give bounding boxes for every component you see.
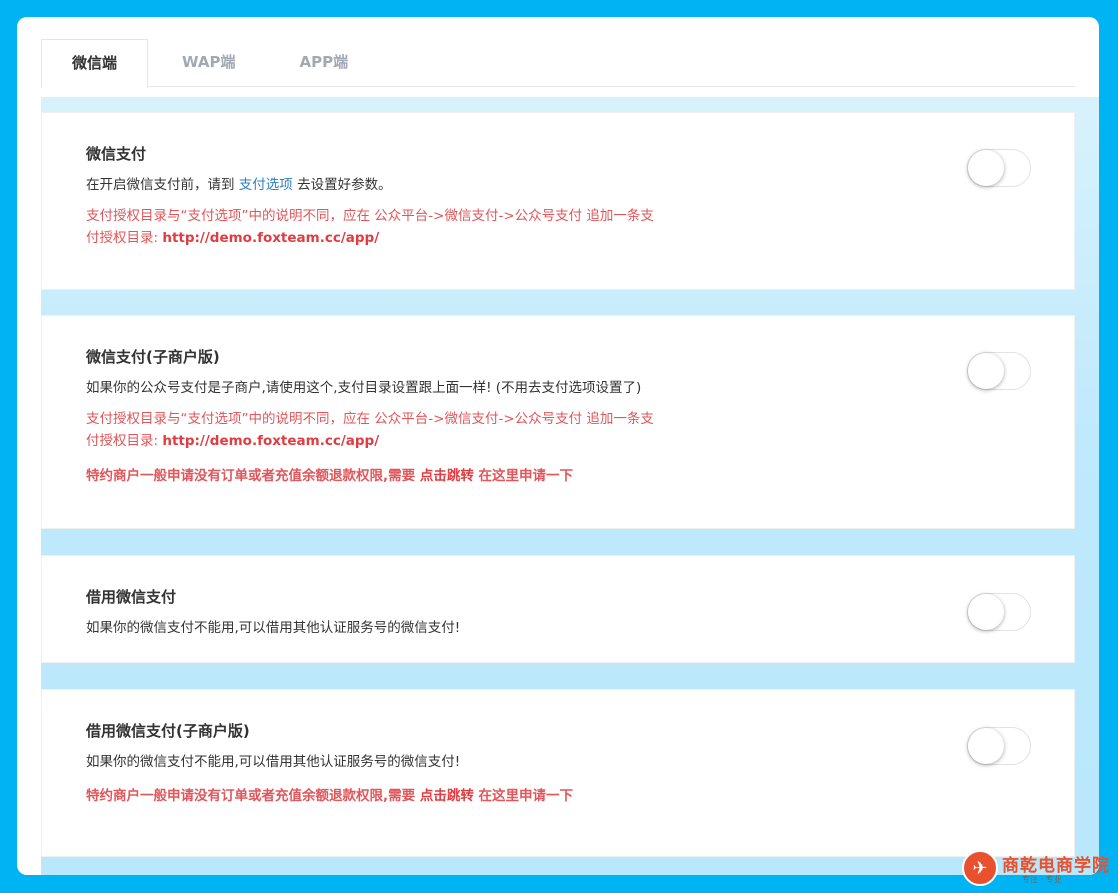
toggle-knob	[968, 150, 1004, 186]
special-suffix: 在这里申请一下	[473, 468, 574, 484]
special-merchant-note: 特约商户一般申请没有订单或者充值余额退款权限,需要 点击跳转 在这里申请一下	[86, 786, 806, 806]
tab-bar: 微信端 WAP端 APP端	[41, 39, 1075, 88]
toggle-knob	[968, 353, 1004, 389]
card-wechat-pay: 微信支付 在开启微信支付前，请到 支付选项 去设置好参数。 支付授权目录与“支付…	[41, 112, 1075, 290]
borrow-pay-sub-toggle[interactable]	[967, 727, 1031, 765]
auth-url: http://demo.foxteam.cc/app/	[162, 230, 380, 246]
card-description: 如果你的微信支付不能用,可以借用其他认证服务号的微信支付!	[86, 620, 461, 636]
tab-wap[interactable]: WAP端	[148, 39, 263, 87]
warning-text: 支付授权目录与“支付选项”中的说明不同，应在 公众平台->微信支付->公众号支付…	[86, 205, 806, 249]
toggle-knob	[968, 728, 1004, 764]
warning-text: 支付授权目录与“支付选项”中的说明不同，应在 公众平台->微信支付->公众号支付…	[86, 408, 806, 452]
borrow-pay-toggle[interactable]	[967, 593, 1031, 631]
wechat-pay-toggle[interactable]	[967, 149, 1031, 187]
jump-link[interactable]: 点击跳转	[420, 788, 474, 804]
desc-text: 在开启微信支付前，请到	[86, 177, 239, 193]
jump-link[interactable]: 点击跳转	[420, 468, 474, 484]
special-merchant-note: 特约商户一般申请没有订单或者充值余额退款权限,需要 点击跳转 在这里申请一下	[86, 466, 806, 486]
warning-prefix: 付授权目录:	[86, 230, 163, 246]
wechat-pay-sub-toggle[interactable]	[967, 352, 1031, 390]
card-title: 借用微信支付	[86, 588, 177, 606]
tab-wechat[interactable]: 微信端	[41, 39, 149, 88]
warning-line-2: 付授权目录: http://demo.foxteam.cc/app/	[86, 227, 806, 249]
card-description: 如果你的微信支付不能用,可以借用其他认证服务号的微信支付!	[86, 754, 461, 770]
auth-url: http://demo.foxteam.cc/app/	[162, 433, 380, 449]
card-title: 微信支付	[86, 145, 147, 163]
warning-line: 支付授权目录与“支付选项”中的说明不同，应在 公众平台->微信支付->公众号支付…	[86, 208, 654, 224]
warning-prefix: 付授权目录:	[86, 433, 163, 449]
toggle-knob	[968, 594, 1004, 630]
card-description: 在开启微信支付前，请到 支付选项 去设置好参数。	[86, 175, 806, 195]
card-borrow-pay-sub: 借用微信支付(子商户版) 如果你的微信支付不能用,可以借用其他认证服务号的微信支…	[41, 689, 1075, 857]
brand-name: 商乾电商学院	[1002, 856, 1110, 876]
card-borrow-pay: 借用微信支付 如果你的微信支付不能用,可以借用其他认证服务号的微信支付!	[41, 555, 1075, 663]
brand-watermark: ✈ 商乾电商学院 专注 · 专业	[962, 848, 1112, 888]
card-title: 微信支付(子商户版)	[86, 348, 220, 366]
card-wechat-pay-sub: 微信支付(子商户版) 如果你的公众号支付是子商户,请使用这个,支付目录设置跟上面…	[41, 315, 1075, 529]
tab-app[interactable]: APP端	[264, 39, 377, 87]
desc-text-after: 去设置好参数。	[292, 177, 392, 193]
special-prefix: 特约商户一般申请没有订单或者充值余额退款权限,需要	[86, 788, 420, 804]
main-frame: 微信端 WAP端 APP端 微信支付 在开启微信支付前，请到 支付选项 去设置好…	[17, 17, 1099, 875]
card-title: 借用微信支付(子商户版)	[86, 722, 250, 740]
brand-logo-icon: ✈	[962, 850, 998, 886]
special-prefix: 特约商户一般申请没有订单或者充值余额退款权限,需要	[86, 468, 420, 484]
brand-tagline: 专注 · 专业	[1022, 875, 1062, 884]
card-description: 如果你的公众号支付是子商户,请使用这个,支付目录设置跟上面一样! (不用去支付选…	[86, 380, 642, 396]
warning-line-2: 付授权目录: http://demo.foxteam.cc/app/	[86, 430, 806, 452]
special-suffix: 在这里申请一下	[473, 788, 574, 804]
warning-line: 支付授权目录与“支付选项”中的说明不同，应在 公众平台->微信支付->公众号支付…	[86, 411, 654, 427]
payment-options-link[interactable]: 支付选项	[239, 177, 293, 193]
